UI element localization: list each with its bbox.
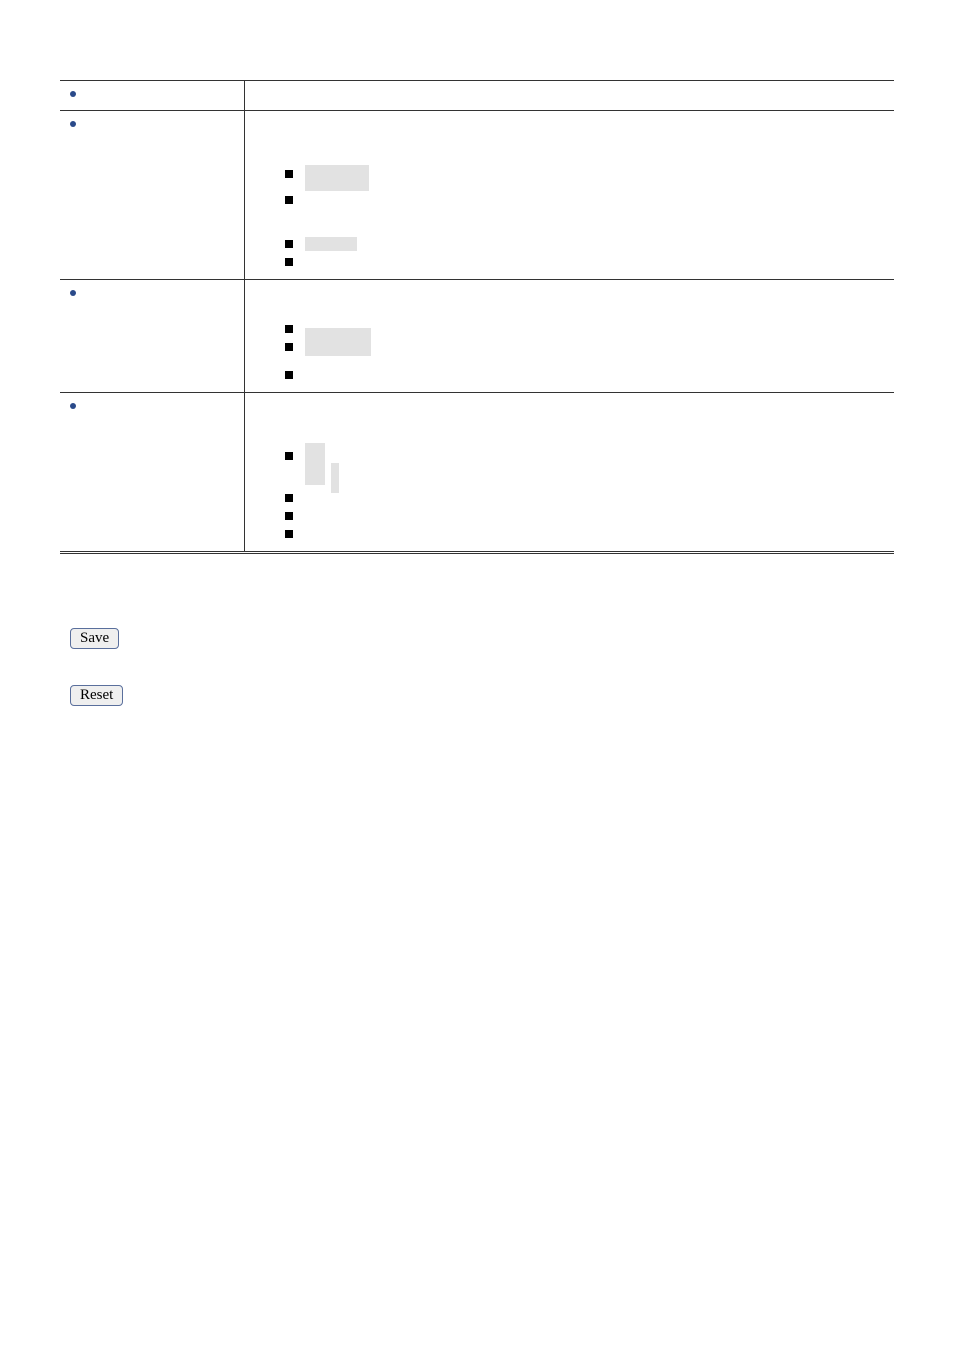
row-desc-cell bbox=[245, 280, 895, 393]
table-row bbox=[60, 280, 894, 393]
sub-list bbox=[285, 447, 894, 543]
sub-list bbox=[285, 320, 894, 384]
row-label-cell bbox=[60, 81, 245, 111]
placeholder-icon bbox=[305, 165, 369, 191]
table-row bbox=[60, 111, 894, 280]
row-label-cell bbox=[60, 111, 245, 280]
row-desc-cell bbox=[245, 393, 895, 553]
row-desc-cell bbox=[245, 111, 895, 280]
sub-item bbox=[285, 320, 894, 338]
sub-item bbox=[285, 165, 894, 191]
disc-bullet-icon bbox=[70, 91, 76, 97]
row-label-cell bbox=[60, 280, 245, 393]
page-container: Save Reset bbox=[0, 0, 954, 802]
row-label-cell bbox=[60, 393, 245, 553]
table-row bbox=[60, 81, 894, 111]
sub-list bbox=[285, 165, 894, 271]
reset-button[interactable]: Reset bbox=[70, 685, 123, 706]
row-desc-cell bbox=[245, 81, 895, 111]
definition-table bbox=[60, 80, 894, 554]
sub-item bbox=[285, 191, 894, 209]
desc-block bbox=[285, 320, 894, 384]
table-row bbox=[60, 393, 894, 553]
disc-bullet-icon bbox=[70, 290, 76, 296]
placeholder-icon bbox=[305, 443, 325, 485]
desc-block bbox=[285, 165, 894, 271]
sub-item bbox=[285, 253, 894, 271]
sub-item bbox=[285, 338, 894, 366]
save-button[interactable]: Save bbox=[70, 628, 119, 649]
sub-item bbox=[285, 235, 894, 253]
sub-item bbox=[285, 489, 894, 507]
disc-bullet-icon bbox=[70, 121, 76, 127]
placeholder-icon bbox=[305, 237, 357, 251]
sub-item bbox=[285, 525, 894, 543]
buttons-area: Save Reset bbox=[70, 628, 894, 706]
sub-item bbox=[285, 507, 894, 525]
placeholder-icon bbox=[305, 328, 371, 356]
disc-bullet-icon bbox=[70, 403, 76, 409]
desc-block bbox=[285, 447, 894, 543]
sub-item bbox=[285, 366, 894, 384]
sub-item bbox=[285, 447, 894, 489]
